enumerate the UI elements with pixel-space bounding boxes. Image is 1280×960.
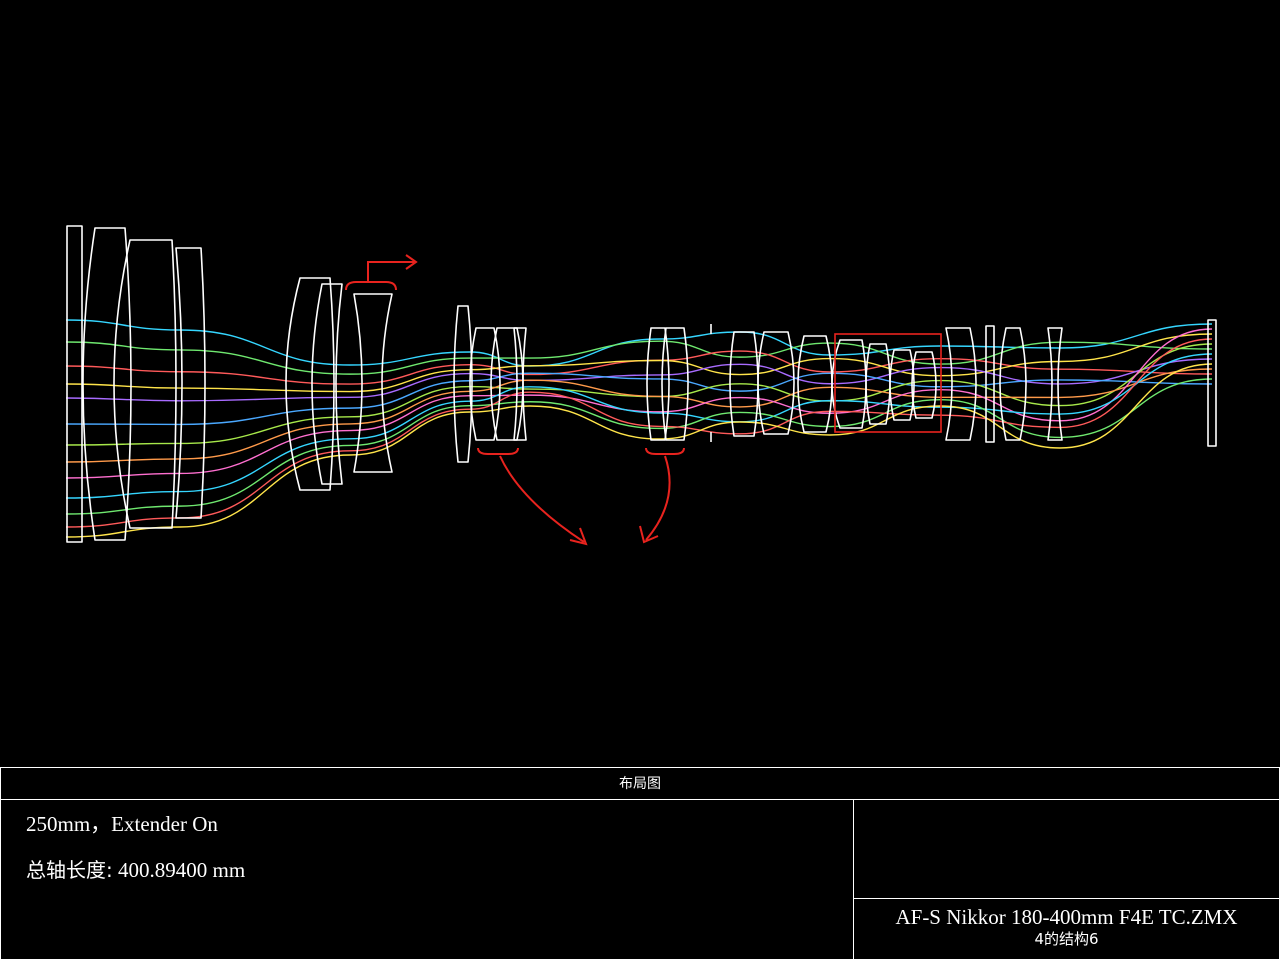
ray-line (65, 363, 1213, 538)
panel-title: 布局图 (1, 768, 1279, 800)
curved-arrow-icon (639, 455, 671, 544)
bracket-arrow-icon (345, 254, 418, 291)
ray-line (65, 338, 1213, 528)
bracket-icon (645, 447, 685, 455)
ray-line (65, 328, 1213, 479)
lens-element (646, 327, 670, 441)
ray-bundle (65, 319, 1213, 538)
optical-layout-diagram (65, 225, 1217, 546)
curved-arrow-icon (499, 455, 588, 546)
lens-element (175, 247, 206, 519)
config-note: 4的结构6 (1034, 930, 1099, 948)
file-name: AF-S Nikkor 180-400mm F4E TC.ZMX (895, 905, 1238, 929)
lens-element (469, 327, 501, 441)
bracket-icon (477, 447, 519, 455)
configuration-label: 250mm，Extender On (26, 812, 218, 836)
panel-info-cell: 250mm，Extender On 总轴长度: 400.89400 mm (1, 800, 854, 959)
lens-element (113, 239, 177, 529)
total-length-value: 400.89400 mm (118, 858, 246, 882)
panel-file-cell: AF-S Nikkor 180-400mm F4E TC.ZMX 4的结构6 (854, 899, 1279, 959)
ray-line (65, 343, 1213, 446)
lens-element (661, 327, 689, 441)
total-length-line: 总轴长度: 400.89400 mm (26, 854, 245, 883)
total-length-label: 总轴长度: (26, 858, 113, 882)
info-panel: 布局图 250mm，Extender On 总轴长度: 400.89400 mm… (0, 767, 1280, 960)
ray-line (65, 372, 1213, 426)
panel-empty-cell (854, 800, 1279, 899)
